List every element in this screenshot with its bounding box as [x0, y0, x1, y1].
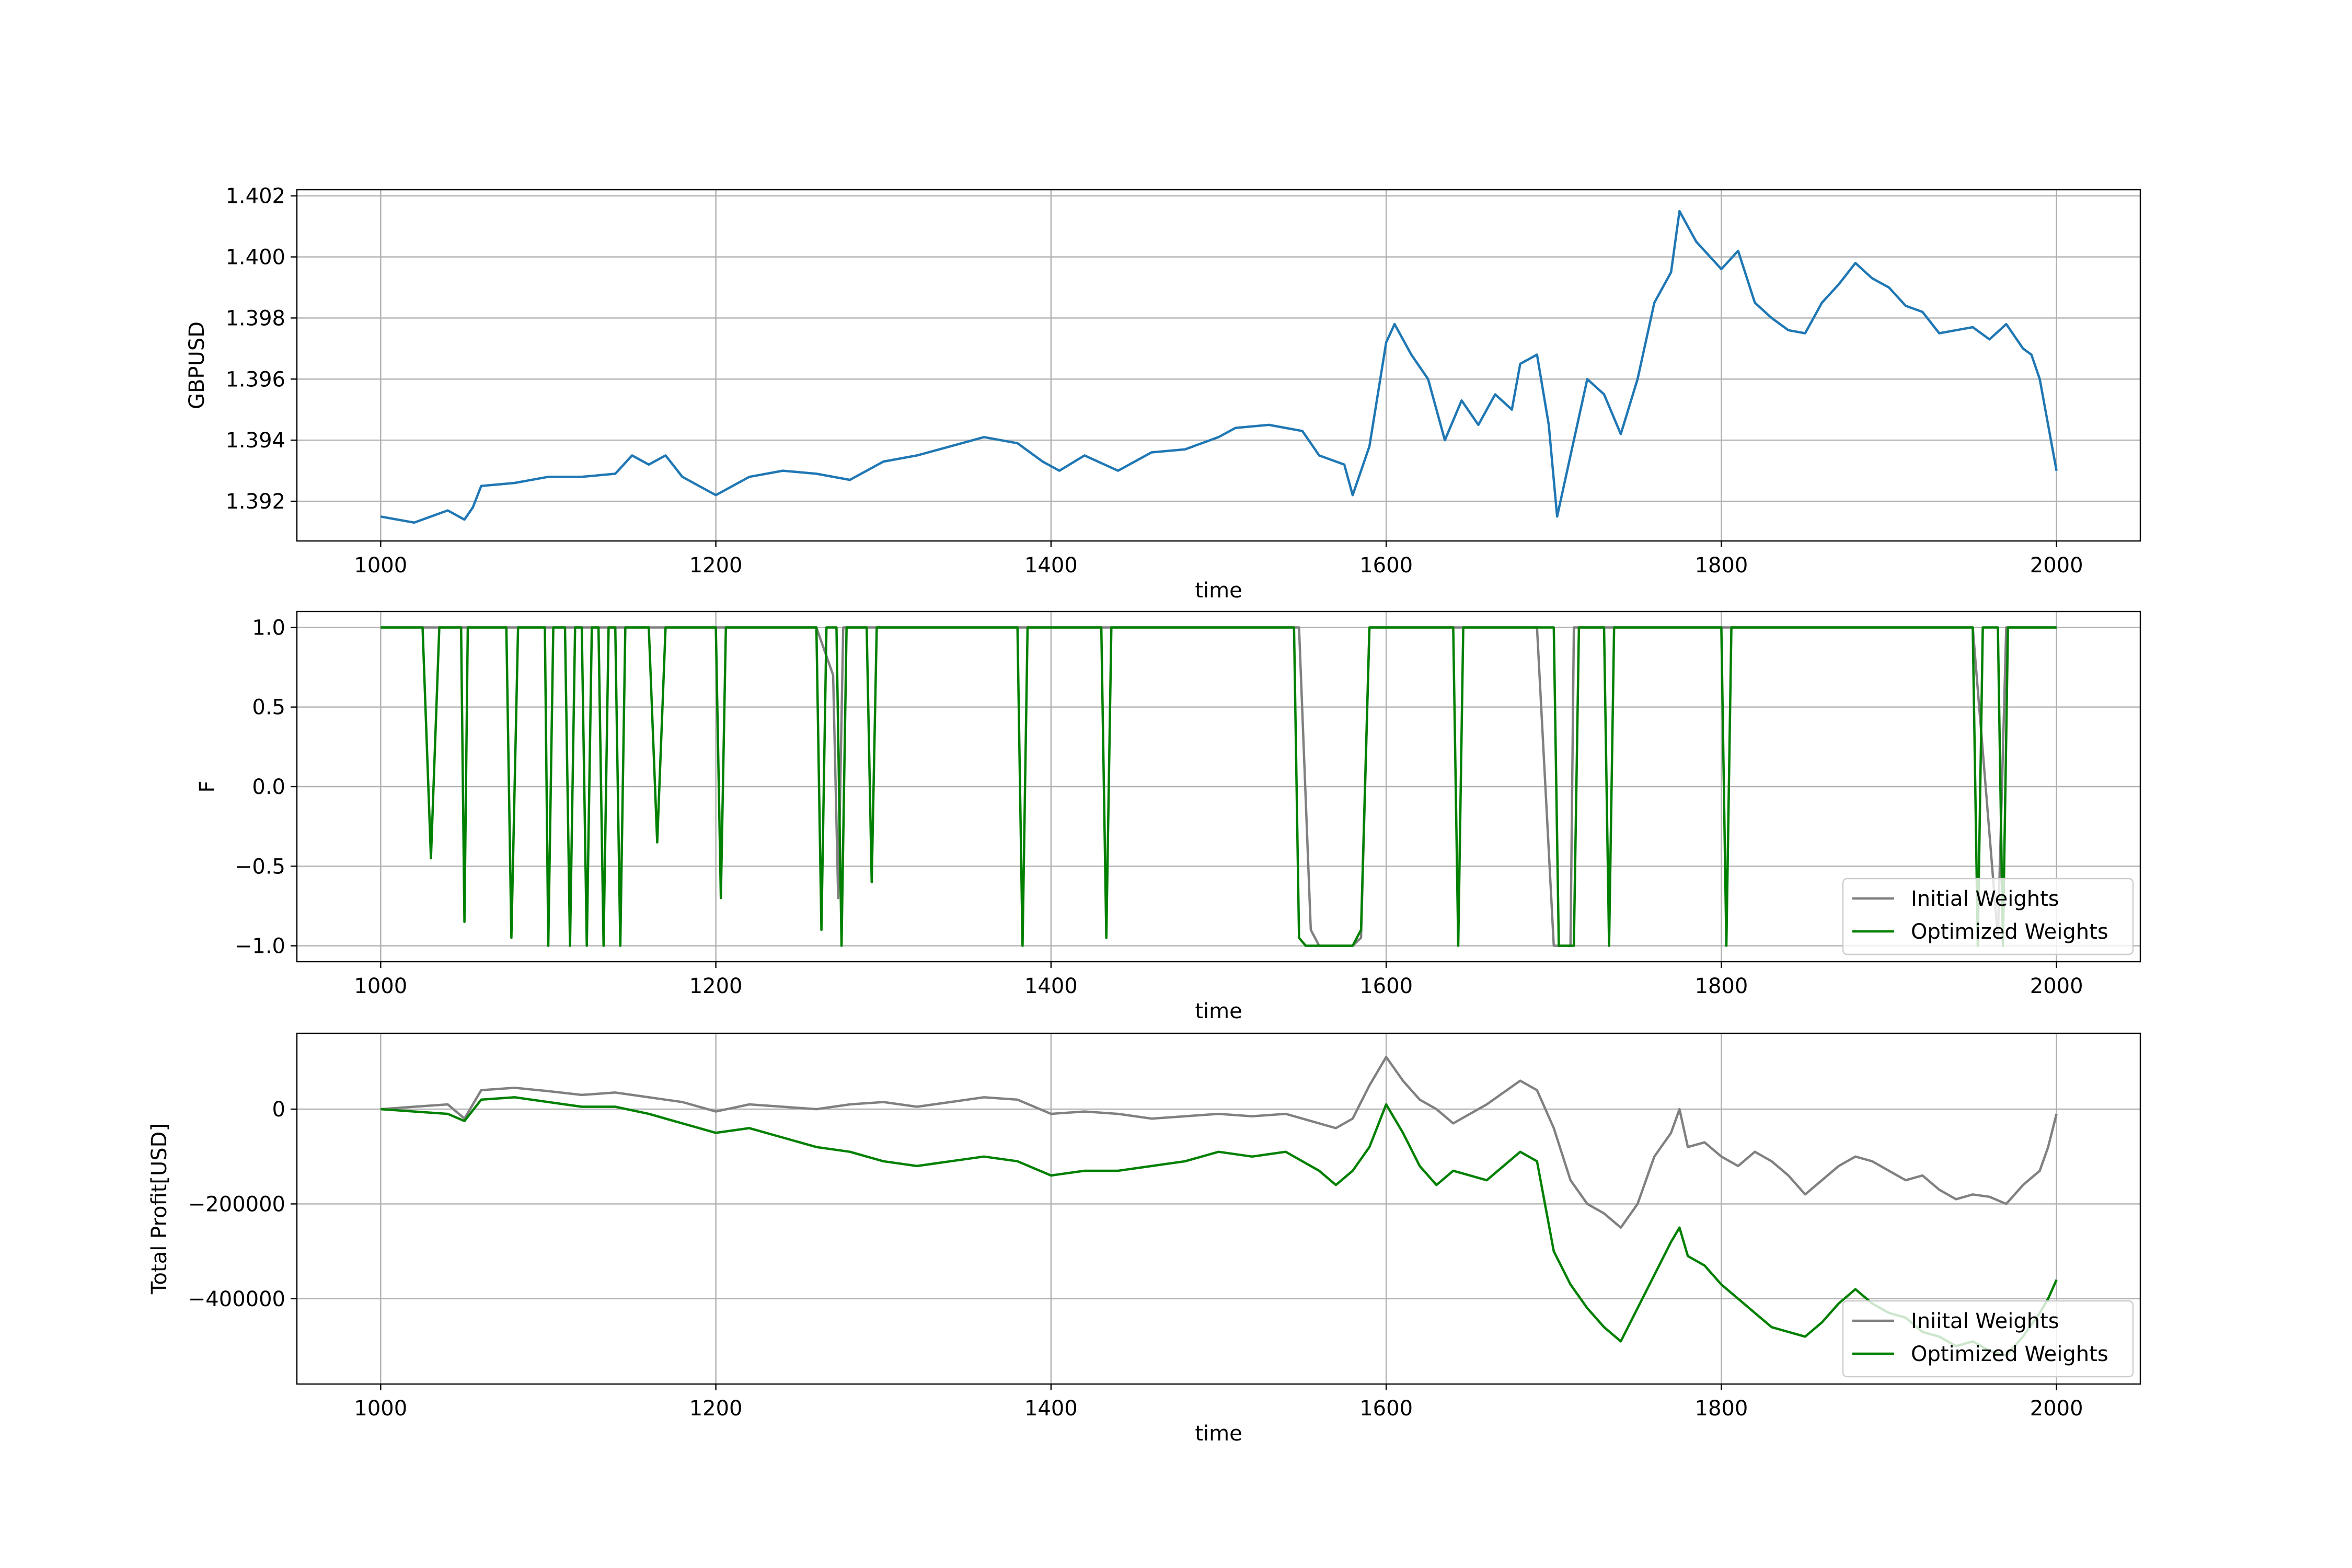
price-ytick-label-4: 1.400	[225, 246, 285, 270]
price-xtick-label-1: 1200	[689, 554, 743, 578]
position-legend: Initial Weights Optimized Weights	[1842, 878, 2134, 955]
profit-ytick-label-2: 0	[272, 1098, 285, 1122]
profit-xtick-label-3: 1600	[1359, 1397, 1413, 1421]
price-ytick-label-5: 1.402	[225, 185, 285, 209]
price-xtick-label-0: 1000	[354, 554, 407, 578]
profit-ytick-label-0: −400000	[188, 1287, 285, 1311]
price-axes-frame	[296, 189, 2141, 542]
price-ytick-label-3: 1.398	[225, 306, 285, 330]
position-panel: 1000 1200 1400 1600 1800 2000 −1.0 −0.5 0.0 0.5 1.…	[195, 610, 2141, 1023]
profit-xtick-label-4: 1800	[1695, 1397, 1748, 1421]
profit-legend: Iniital Weights Optimized Weights	[1842, 1300, 2134, 1378]
position-ytick-label-4: 1.0	[252, 616, 285, 640]
profit-xtick-label-2: 1400	[1024, 1397, 1078, 1421]
profit-xtick-label-5: 2000	[2030, 1397, 2083, 1421]
price-series-line-0	[380, 210, 2058, 524]
profit-xaxis-label: time	[1195, 1422, 1242, 1446]
position-xtick-label-3: 1600	[1359, 974, 1413, 998]
profit-series-line-0	[381, 1056, 2058, 1229]
price-ytick-label-0: 1.392	[225, 490, 285, 514]
position-xtick-label-0: 1000	[354, 974, 407, 998]
price-xtick-label-5: 2000	[2030, 554, 2083, 578]
position-ytick-label-0: −1.0	[235, 935, 285, 959]
position-xtick-label-4: 1800	[1695, 974, 1748, 998]
profit-legend-label-0: Iniital Weights	[1911, 1309, 2059, 1333]
price-yaxis-label: GBPUSD	[185, 321, 209, 409]
position-ytick-label-3: 0.5	[252, 696, 285, 720]
position-xtick-label-5: 2000	[2030, 974, 2083, 998]
profit-series-line-1	[381, 1096, 2058, 1357]
price-xaxis-label: time	[1195, 579, 1242, 603]
profit-legend-label-1: Optimized Weights	[1911, 1342, 2108, 1366]
position-legend-label-1: Optimized Weights	[1911, 920, 2108, 944]
position-yaxis-label: F	[195, 780, 220, 792]
position-ytick-label-2: 0.0	[252, 775, 285, 799]
position-xaxis-label: time	[1195, 999, 1242, 1023]
price-ytick-label-1: 1.394	[225, 429, 285, 453]
profit-xtick-label-0: 1000	[354, 1397, 407, 1421]
position-legend-label-0: Initial Weights	[1911, 887, 2059, 911]
price-ytick-label-2: 1.396	[225, 367, 285, 391]
profit-panel: 1000 1200 1400 1600 1800 2000 −400000 −200000 0 t…	[147, 1032, 2141, 1446]
price-xtick-label-4: 1800	[1695, 554, 1748, 578]
price-xtick-label-3: 1600	[1359, 554, 1413, 578]
position-xtick-label-1: 1200	[689, 974, 743, 998]
profit-yaxis-label: Total Profit[USD]	[147, 1123, 171, 1295]
price-xtick-label-2: 1400	[1024, 554, 1078, 578]
price-panel: 1000 1200 1400 1600 1800 2000 1.392 1.394 1.396 1…	[185, 185, 2141, 603]
position-ytick-label-1: −0.5	[235, 855, 285, 879]
figure: 1000 1200 1400 1600 1800 2000 1.392 1.394 1.396 1…	[147, 185, 2141, 1446]
profit-ytick-label-1: −200000	[188, 1192, 285, 1216]
profit-xtick-label-1: 1200	[689, 1397, 743, 1421]
position-xtick-label-2: 1400	[1024, 974, 1078, 998]
